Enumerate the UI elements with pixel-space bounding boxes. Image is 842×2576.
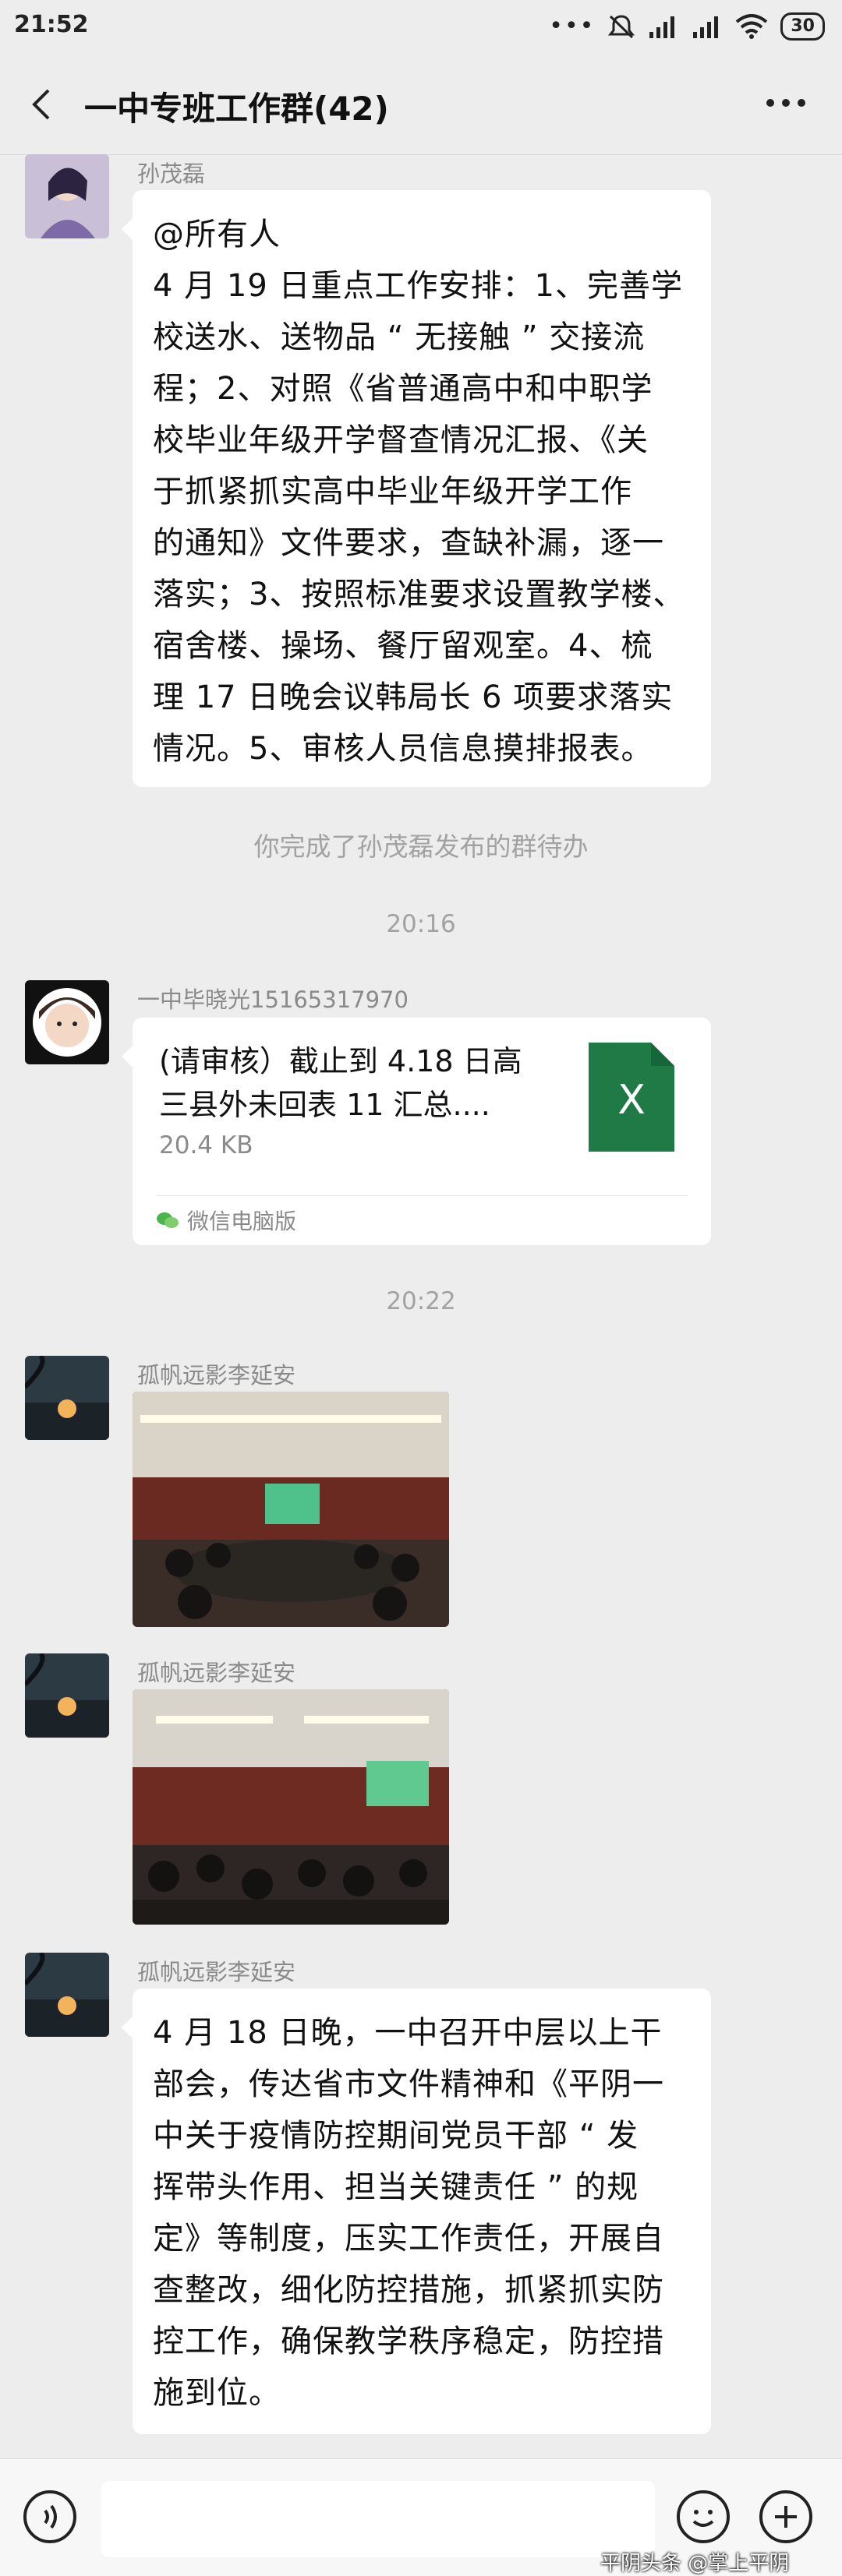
chat-header: 一中专班工作群(42) [0, 56, 842, 155]
avatar[interactable] [25, 154, 109, 238]
voice-input-icon[interactable] [23, 2490, 76, 2543]
avatar[interactable] [25, 1356, 109, 1440]
notification-dots-icon: ••• [549, 12, 596, 40]
timestamp: 20:16 [386, 910, 456, 938]
signal-icon-2 [693, 16, 719, 38]
meeting-photo[interactable] [133, 1689, 449, 1925]
emoji-icon[interactable] [677, 2490, 730, 2543]
avatar[interactable] [25, 1653, 109, 1738]
back-arrow-icon[interactable] [23, 86, 61, 123]
sender-name: 孤帆远影李延安 [137, 1660, 296, 1686]
add-attachment-icon[interactable] [759, 2490, 812, 2543]
file-name: (请审核）截止到 4.18 日高 三县外未回表 11 汇总.... [159, 1044, 522, 1122]
sender-name: 孙茂磊 [137, 161, 206, 187]
message-bubble[interactable]: 4 月 18 日晚，一中召开中层以上干 部会，传达省市文件精神和《平阴一 中关于… [122, 1988, 711, 2434]
sender-name: 孤帆远影李延安 [137, 1362, 296, 1389]
avatar[interactable] [25, 1953, 109, 2037]
timestamp: 20:22 [386, 1287, 456, 1315]
message-input[interactable] [101, 2481, 655, 2557]
mute-icon [608, 15, 635, 39]
more-options-icon[interactable] [762, 87, 809, 118]
message-bubble[interactable]: @所有人 4 月 19 日重点工作安排：1、完善学 校送水、送物品 “ 无接触 … [122, 190, 711, 787]
file-attachment-card[interactable]: (请审核）截止到 4.18 日高 三县外未回表 11 汇总.... 20.4 K… [122, 1018, 711, 1245]
system-notice: 你完成了孙茂磊发布的群待办 [253, 831, 589, 862]
status-time: 21:52 [14, 11, 89, 38]
watermark-text: 平阴头条 @掌上平阴 [600, 2552, 790, 2575]
status-bar: 21:52 ••• 30 [0, 0, 842, 56]
file-size: 20.4 KB [159, 1131, 253, 1159]
message-text: 4 月 18 日晚，一中召开中层以上干 部会，传达省市文件精神和《平阴一 中关于… [153, 2015, 664, 2411]
wechat-pc-icon [157, 1212, 179, 1228]
battery-icon: 30 [780, 12, 825, 41]
chat-input-bar: 平阴头条 @掌上平阴 [0, 2458, 842, 2576]
sender-name: 孤帆远影李延安 [137, 1959, 296, 1985]
message-text: @所有人 4 月 19 日重点工作安排：1、完善学 校送水、送物品 “ 无接触 … [153, 217, 685, 767]
file-source: 微信电脑版 [156, 1205, 296, 1236]
wifi-icon [736, 14, 768, 39]
excel-file-icon: X [589, 1043, 674, 1152]
avatar[interactable] [25, 980, 109, 1064]
divider [156, 1195, 688, 1196]
status-icons: ••• 30 [549, 12, 825, 41]
chat-title: 一中专班工作群(42) [84, 90, 389, 128]
sender-name: 一中毕晓光15165317970 [137, 986, 409, 1013]
meeting-photo[interactable] [133, 1392, 449, 1627]
signal-icon [649, 16, 675, 38]
